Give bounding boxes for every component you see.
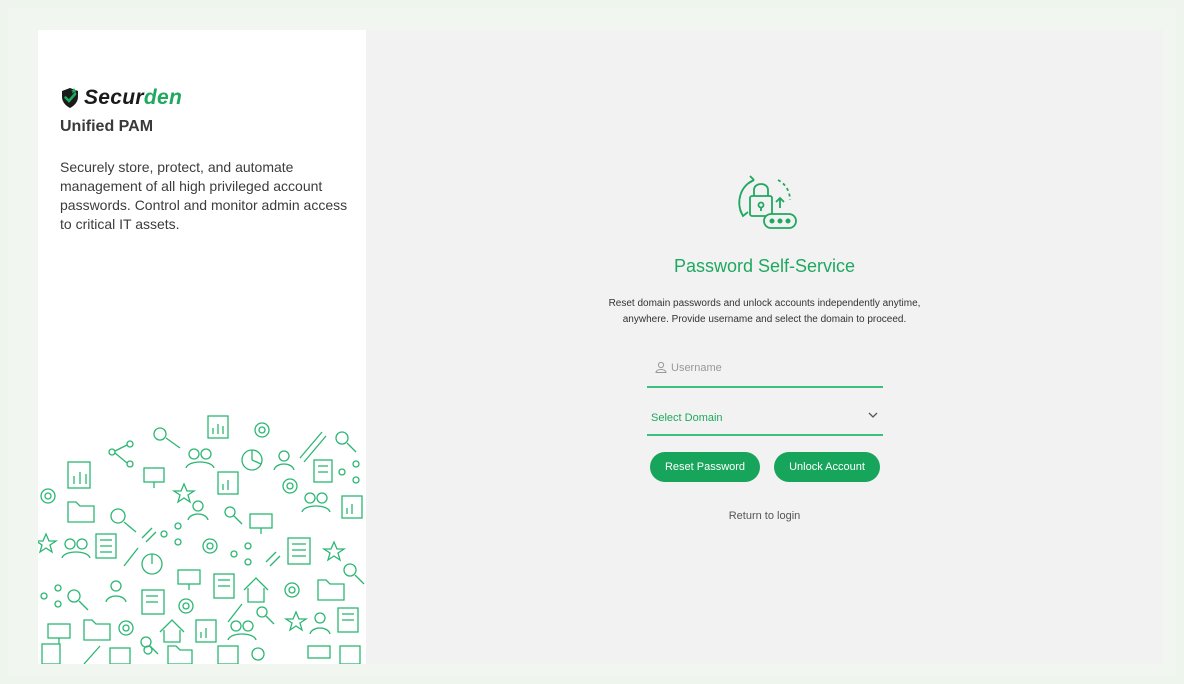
chart-doc-icon [195, 619, 217, 643]
gear-icon [282, 478, 298, 494]
gear-icon [202, 538, 218, 554]
doc-icon [287, 537, 311, 565]
star-icon [283, 610, 309, 632]
page-title: Password Self-Service [673, 256, 856, 276]
logo-wordmark: Securden [84, 86, 182, 110]
chart-doc-icon [109, 647, 131, 664]
logo-prefix: Secur [84, 86, 144, 109]
folder-icon [67, 501, 95, 523]
checklist-icon [141, 589, 165, 615]
monitor-icon [177, 569, 201, 590]
search-icon [256, 606, 275, 625]
gear-icon [178, 598, 194, 614]
tagline: Securely store, protect, and automate ma… [60, 159, 348, 232]
gear-icon [118, 620, 134, 636]
product-name: Unified PAM [60, 118, 154, 135]
users-icon [301, 492, 331, 513]
search-icon [67, 589, 89, 611]
form-description: Reset domain passwords and unlock accoun… [366, 296, 1163, 328]
search-icon [140, 636, 159, 655]
doc-icon [313, 459, 333, 483]
unlink-icon [265, 551, 281, 567]
unlock-account-button[interactable]: Unlock Account [774, 452, 880, 482]
username-input[interactable] [671, 359, 871, 377]
reset-password-button[interactable]: Reset Password [650, 452, 760, 482]
unlink-icon [141, 527, 157, 543]
home-icon [159, 619, 185, 643]
star-icon [321, 540, 347, 562]
star-icon [171, 482, 197, 504]
star-icon [38, 532, 59, 554]
user-icon [309, 612, 331, 635]
domain-select[interactable]: Select Domain [647, 400, 883, 436]
key-icon [153, 427, 181, 449]
brand-panel: Securden Unified PAM Securely store, pro… [38, 30, 366, 664]
doc-icon [41, 643, 61, 664]
form-panel: Password Self-Service Reset domain passw… [366, 30, 1163, 664]
pencil-icon [83, 645, 101, 664]
user-icon [273, 450, 295, 471]
users-icon [61, 538, 91, 559]
search-icon [343, 563, 365, 585]
doc-icon [217, 645, 239, 664]
chevron-down-icon [868, 412, 878, 418]
domain-select-value: Select Domain [651, 412, 723, 424]
decorative-icon-pattern [38, 415, 365, 664]
chart-doc-icon [217, 471, 239, 495]
gear-icon [254, 422, 270, 438]
monitor-icon [249, 513, 273, 534]
user-icon [655, 361, 667, 373]
search-icon [224, 506, 243, 525]
pie-icon [141, 553, 163, 575]
gear-icon [251, 647, 265, 661]
pencil-icon [299, 431, 327, 463]
return-to-login-link[interactable]: Return to login [366, 510, 1163, 522]
users-icon [227, 620, 257, 641]
users-icon [185, 448, 215, 469]
monitor-icon [47, 623, 71, 644]
doc-icon [337, 607, 359, 633]
securden-logo: Securden [60, 86, 182, 110]
padlock-refresh-password-icon [738, 175, 797, 229]
search-icon [335, 431, 357, 453]
gear-icon [284, 582, 300, 598]
chart-doc-icon [67, 461, 91, 489]
logo-accent: den [143, 86, 183, 109]
pencil-icon [123, 547, 139, 567]
username-field [647, 352, 883, 388]
home-icon [243, 577, 269, 603]
folder-icon [83, 619, 111, 641]
user-icon [187, 500, 209, 521]
share-icon [108, 440, 134, 468]
search-icon [110, 508, 137, 533]
gear-icon [40, 488, 56, 504]
monitor-icon [143, 467, 165, 488]
description-line-2: anywhere. Provide username and select th… [622, 314, 907, 325]
chart-doc-icon [207, 415, 229, 439]
share-icon [40, 584, 62, 608]
pie-icon [241, 449, 263, 471]
description-line-1: Reset domain passwords and unlock accoun… [608, 298, 921, 309]
doc-icon [95, 533, 117, 559]
share-icon [230, 542, 252, 566]
share-icon [160, 522, 182, 546]
chart-doc-icon [339, 645, 361, 664]
user-icon [105, 580, 127, 603]
folder-icon [167, 645, 193, 664]
monitor-icon [307, 645, 331, 659]
share-icon [338, 460, 360, 484]
checklist-icon [213, 573, 235, 599]
pencil-icon [227, 603, 243, 623]
shield-check-icon [62, 88, 78, 108]
chart-doc-icon [341, 495, 363, 519]
folder-icon [317, 579, 345, 601]
